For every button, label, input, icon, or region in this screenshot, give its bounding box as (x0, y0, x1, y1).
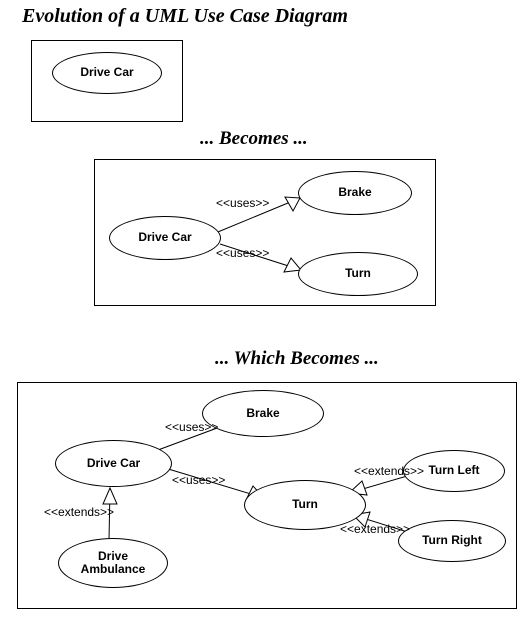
usecase-brake-2: Brake (298, 171, 412, 215)
usecase-drive-car-2: Drive Car (109, 216, 221, 260)
rel-uses-3b: <<uses>> (172, 473, 225, 487)
diagram-title: Evolution of a UML Use Case Diagram (22, 5, 348, 28)
usecase-brake-3: Brake (202, 390, 324, 437)
rel-extends-3a: <<extends>> (44, 505, 114, 519)
rel-uses-2a: <<uses>> (216, 196, 269, 210)
usecase-drive-ambulance: Drive Ambulance (58, 538, 168, 588)
usecase-drive-car-1: Drive Car (52, 52, 162, 94)
usecase-turn-2: Turn (298, 252, 418, 296)
transition-label-2: ... Which Becomes ... (215, 348, 379, 370)
usecase-turn-right: Turn Right (398, 520, 506, 562)
rel-uses-2b: <<uses>> (216, 246, 269, 260)
rel-extends-3c: <<extends>> (340, 522, 410, 536)
transition-label-1: ... Becomes ... (200, 128, 308, 150)
rel-extends-3b: <<extends>> (354, 464, 424, 478)
usecase-drive-car-3: Drive Car (55, 440, 172, 487)
rel-uses-3a: <<uses>> (165, 420, 218, 434)
diagram-canvas: Evolution of a UML Use Case Diagram Driv… (0, 0, 530, 622)
